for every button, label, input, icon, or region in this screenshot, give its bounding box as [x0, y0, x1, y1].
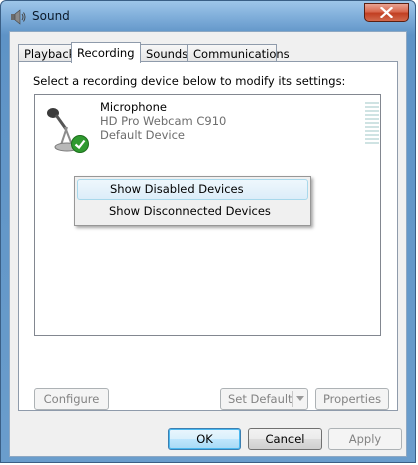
menu-item-show-disconnected[interactable]: Show Disconnected Devices [77, 201, 308, 222]
split-separator [292, 391, 293, 407]
speaker-icon [11, 9, 26, 25]
tab-recording[interactable]: Recording [71, 42, 141, 63]
device-name: Microphone [100, 100, 167, 114]
dialog-client-area: Playback Recording Sounds Communications… [9, 31, 407, 457]
close-icon [380, 7, 393, 18]
tab-communications[interactable]: Communications [187, 44, 290, 62]
context-menu: Show Disabled Devices Show Disconnected … [74, 176, 311, 226]
ok-button[interactable]: OK [168, 428, 241, 450]
properties-button[interactable]: Properties [315, 388, 389, 410]
device-status: Default Device [100, 128, 186, 142]
title-bar[interactable]: Sound [1, 1, 415, 33]
window-title: Sound [32, 9, 70, 23]
apply-button[interactable]: Apply [328, 428, 402, 450]
checkmark-icon [71, 135, 89, 153]
tab-sounds[interactable]: Sounds [140, 44, 188, 62]
chevron-down-icon[interactable] [296, 396, 304, 401]
menu-item-show-disabled[interactable]: Show Disabled Devices [77, 179, 308, 200]
configure-button[interactable]: Configure [34, 388, 109, 410]
close-button[interactable] [364, 3, 409, 22]
recording-panel: Select a recording device below to modif… [18, 61, 398, 411]
device-description: HD Pro Webcam C910 [100, 114, 227, 128]
instructions-text: Select a recording device below to modif… [33, 74, 346, 88]
tab-playback[interactable]: Playback [18, 44, 75, 62]
list-item[interactable]: Microphone HD Pro Webcam C910 Default De… [35, 95, 380, 157]
set-default-label: Set Default [228, 392, 293, 406]
cancel-button[interactable]: Cancel [248, 428, 322, 450]
set-default-button[interactable]: Set Default [220, 388, 308, 410]
level-meter [365, 102, 379, 146]
sound-dialog: Sound Playback Recording Sounds Communic… [0, 0, 416, 463]
